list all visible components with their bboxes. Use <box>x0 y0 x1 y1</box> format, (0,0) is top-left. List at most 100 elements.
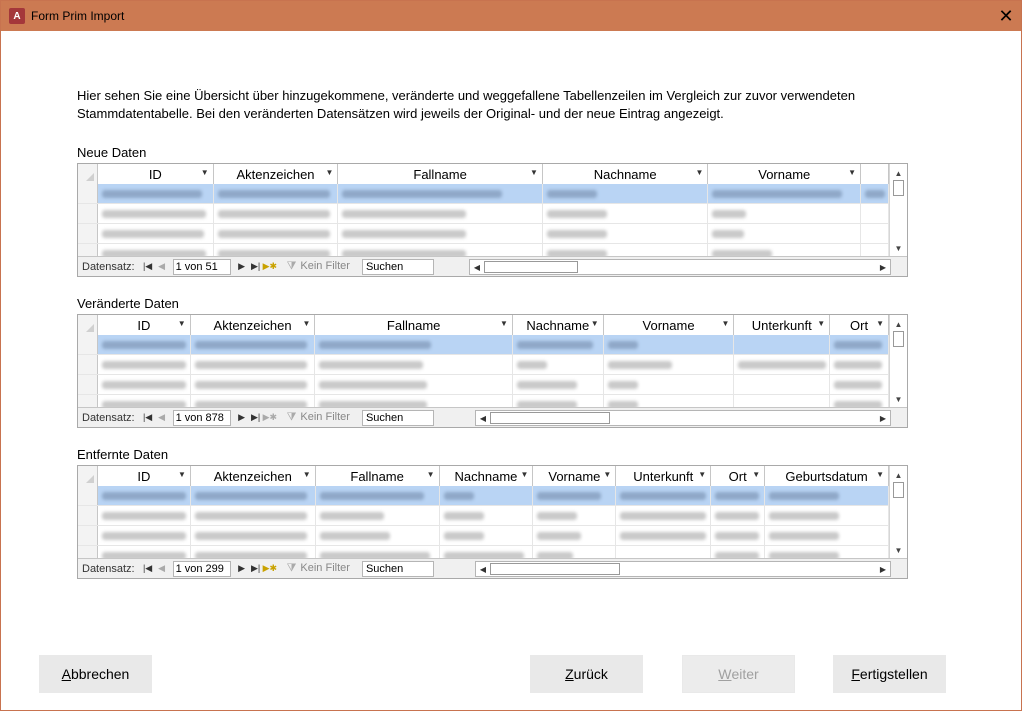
record-position-field[interactable]: 1 von 878 <box>172 409 231 426</box>
chevron-down-icon[interactable]: ▼ <box>178 319 186 328</box>
next-record-icon[interactable]: ▶ <box>235 261 249 272</box>
previous-record-icon[interactable]: ◀ <box>155 412 169 423</box>
row-selector[interactable] <box>78 355 98 374</box>
column-header-unterkunft[interactable]: Unterkunft ▼ <box>616 466 712 486</box>
scroll-thumb[interactable] <box>490 563 620 575</box>
column-header-aktenzeichen[interactable]: Aktenzeichen ▼ <box>190 315 316 335</box>
chevron-down-icon[interactable]: ▼ <box>817 319 825 328</box>
chevron-down-icon[interactable]: ▼ <box>427 470 435 479</box>
table-row[interactable] <box>78 375 889 395</box>
select-all-corner[interactable] <box>78 466 98 486</box>
datasheet-neue-daten[interactable]: ID ▼ Aktenzeichen ▼ Fallname ▼ Nachname ▼ Vo… <box>77 163 908 277</box>
first-record-icon[interactable]: |◀ <box>141 563 155 574</box>
row-selector[interactable] <box>78 224 98 243</box>
scroll-left-icon[interactable]: ◀ <box>470 260 484 274</box>
scroll-down-icon[interactable]: ▼ <box>890 241 907 255</box>
horizontal-scrollbar[interactable]: ◀ ▶ <box>475 410 891 426</box>
scroll-thumb[interactable] <box>893 482 904 498</box>
finish-button[interactable]: Fertigstellen <box>833 655 946 693</box>
vertical-scrollbar[interactable]: ▲ ▼ <box>889 164 907 257</box>
chevron-down-icon[interactable]: ▼ <box>698 470 706 479</box>
next-record-icon[interactable]: ▶ <box>235 563 249 574</box>
new-record-icon[interactable]: ▶✱ <box>263 412 277 423</box>
scroll-up-icon[interactable]: ▲ <box>890 166 907 180</box>
table-row[interactable] <box>78 526 889 546</box>
chevron-down-icon[interactable]: ▼ <box>530 168 538 177</box>
previous-record-icon[interactable]: ◀ <box>155 261 169 272</box>
column-header-ort[interactable]: Ort ▼ <box>830 315 889 335</box>
chevron-down-icon[interactable]: ▼ <box>603 470 611 479</box>
scroll-thumb[interactable] <box>893 331 904 347</box>
first-record-icon[interactable]: |◀ <box>141 412 155 423</box>
cancel-button[interactable]: Abbrechen <box>39 655 152 693</box>
column-header-vorname[interactable]: Vorname ▼ <box>533 466 617 486</box>
row-selector[interactable] <box>78 506 98 525</box>
column-header-aktenzeichen[interactable]: Aktenzeichen ▼ <box>213 164 339 184</box>
column-header-ort[interactable]: Ort ▼ <box>711 466 766 486</box>
column-header-vorname[interactable]: Vorname ▼ <box>603 315 735 335</box>
row-selector[interactable] <box>78 335 98 354</box>
datasheet-entfernte-daten[interactable]: ID ▼ Aktenzeichen ▼ Fallname ▼ Nachname ▼ Vo… <box>77 465 908 579</box>
table-row[interactable] <box>78 355 889 375</box>
row-selector[interactable] <box>78 375 98 394</box>
column-header-fallname[interactable]: Fallname ▼ <box>315 315 513 335</box>
scroll-right-icon[interactable]: ▶ <box>876 562 890 576</box>
record-position-field[interactable]: 1 von 51 <box>172 258 231 275</box>
table-row[interactable] <box>78 184 889 204</box>
column-header-more[interactable] <box>861 164 890 184</box>
scroll-left-icon[interactable]: ◀ <box>476 411 490 425</box>
row-selector[interactable] <box>78 184 98 203</box>
column-header-id[interactable]: ID ▼ <box>97 315 191 335</box>
chevron-down-icon[interactable]: ▼ <box>752 470 760 479</box>
row-selector[interactable] <box>78 486 98 505</box>
scroll-up-icon[interactable]: ▲ <box>890 468 907 482</box>
chevron-down-icon[interactable]: ▼ <box>302 319 310 328</box>
scroll-thumb[interactable] <box>490 412 610 424</box>
chevron-down-icon[interactable]: ▼ <box>500 319 508 328</box>
last-record-icon[interactable]: ▶| <box>249 261 263 272</box>
column-header-geburtsdatum[interactable]: Geburtsdatum ▼ <box>765 466 889 486</box>
chevron-down-icon[interactable]: ▼ <box>696 168 704 177</box>
row-selector[interactable] <box>78 204 98 223</box>
chevron-down-icon[interactable]: ▼ <box>591 319 599 328</box>
scroll-thumb[interactable] <box>484 261 578 273</box>
column-header-unterkunft[interactable]: Unterkunft ▼ <box>734 315 831 335</box>
last-record-icon[interactable]: ▶| <box>249 563 263 574</box>
scroll-thumb[interactable] <box>893 180 904 196</box>
last-record-icon[interactable]: ▶| <box>249 412 263 423</box>
close-button[interactable]: ✕ <box>991 1 1021 31</box>
scroll-right-icon[interactable]: ▶ <box>876 260 890 274</box>
table-row[interactable] <box>78 486 889 506</box>
next-record-icon[interactable]: ▶ <box>235 412 249 423</box>
first-record-icon[interactable]: |◀ <box>141 261 155 272</box>
chevron-down-icon[interactable]: ▼ <box>325 168 333 177</box>
scroll-down-icon[interactable]: ▼ <box>890 543 907 557</box>
search-input[interactable]: Suchen <box>361 258 434 275</box>
table-row[interactable] <box>78 506 889 526</box>
chevron-down-icon[interactable]: ▼ <box>876 319 884 328</box>
scroll-down-icon[interactable]: ▼ <box>890 392 907 406</box>
scroll-right-icon[interactable]: ▶ <box>876 411 890 425</box>
previous-record-icon[interactable]: ◀ <box>155 563 169 574</box>
column-header-fallname[interactable]: Fallname ▼ <box>338 164 543 184</box>
back-button[interactable]: Zurück <box>530 655 643 693</box>
filter-indicator[interactable]: ⧩ Kein Filter <box>287 562 350 575</box>
filter-indicator[interactable]: ⧩ Kein Filter <box>287 260 350 273</box>
chevron-down-icon[interactable]: ▼ <box>721 319 729 328</box>
new-record-icon[interactable]: ▶✱ <box>263 261 277 272</box>
record-position-field[interactable]: 1 von 299 <box>172 560 231 577</box>
column-header-nachname[interactable]: Nachname ▼ <box>439 466 534 486</box>
row-selector[interactable] <box>78 526 98 545</box>
column-header-vorname[interactable]: Vorname ▼ <box>708 164 862 184</box>
select-all-corner[interactable] <box>78 315 98 335</box>
column-header-id[interactable]: ID ▼ <box>97 164 214 184</box>
scroll-left-icon[interactable]: ◀ <box>476 562 490 576</box>
table-row[interactable] <box>78 204 889 224</box>
vertical-scrollbar[interactable]: ▲ ▼ <box>889 466 907 559</box>
new-record-icon[interactable]: ▶✱ <box>263 563 277 574</box>
horizontal-scrollbar[interactable]: ◀ ▶ <box>475 561 891 577</box>
search-input[interactable]: Suchen <box>361 409 434 426</box>
chevron-down-icon[interactable]: ▼ <box>848 168 856 177</box>
table-row[interactable] <box>78 224 889 244</box>
chevron-down-icon[interactable]: ▼ <box>303 470 311 479</box>
